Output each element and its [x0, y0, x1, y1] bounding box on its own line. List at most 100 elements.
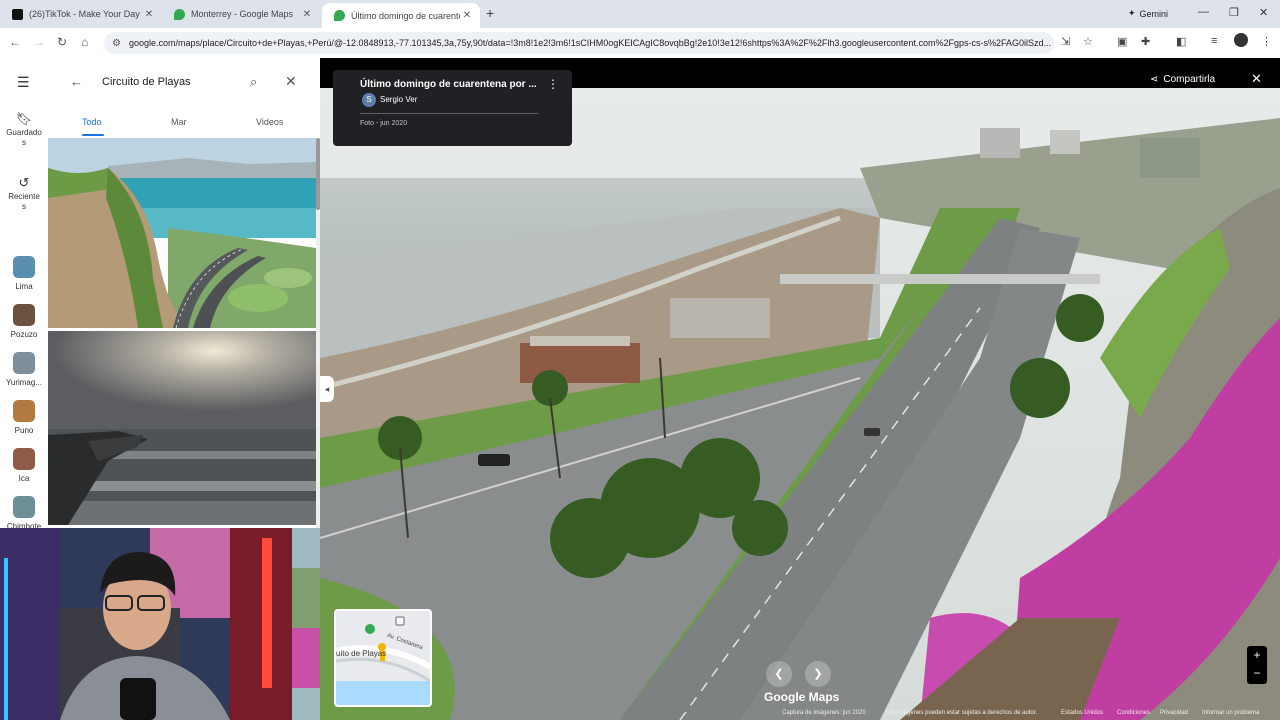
history-icon: ↺ — [18, 175, 30, 190]
country-link[interactable]: Estados Unidos — [1061, 710, 1103, 716]
tab-tiktok[interactable]: (26)TikTok - Make Your Day ✕ — [0, 4, 162, 24]
recent-place-ica[interactable]: Ica — [0, 448, 48, 483]
restore-icon[interactable]: ❐ — [1229, 6, 1239, 19]
bookmark-icon: 🔖︎ — [15, 111, 33, 126]
gemini-label: Gemini — [1139, 8, 1169, 19]
place-thumbnail — [13, 496, 35, 518]
share-button[interactable]: ⋖ Compartirla — [1150, 74, 1215, 85]
tab-active-photo[interactable]: Último domingo de cuarenten ✕ — [322, 3, 480, 28]
capture-date: Captura de imágenes: jun 2020 — [782, 710, 866, 716]
saved-label: Guardado s — [6, 128, 42, 147]
tab-all[interactable]: Todo — [82, 117, 102, 127]
recent-place-yurimaguas[interactable]: Yurimag... — [0, 352, 48, 387]
sidebar-icon[interactable]: ◧ — [1176, 35, 1186, 48]
zoom-in-button[interactable]: + — [1247, 646, 1267, 664]
place-thumbnail — [13, 400, 35, 422]
tab-title: (26)TikTok - Make Your Day — [29, 9, 140, 19]
report-problem-link[interactable]: Informar un problema — [1202, 710, 1259, 716]
privacy-link[interactable]: Privacidad — [1160, 710, 1188, 716]
saved-button[interactable]: 🔖︎ Guardado s — [0, 111, 48, 148]
reload-icon[interactable]: ↻ — [57, 35, 67, 49]
photo-title[interactable]: Último domingo de cuarentena por ... — [360, 79, 537, 90]
sparkle-icon: ✦ — [1128, 8, 1136, 18]
search-query[interactable]: Circuito de Playas — [102, 76, 191, 88]
recent-label: Reciente s — [8, 192, 40, 211]
more-options-icon[interactable]: ⋮ — [547, 77, 559, 91]
place-label: Ica — [18, 474, 30, 483]
terms-link[interactable]: Condiciones — [1117, 710, 1150, 716]
tab-videos[interactable]: Videos — [256, 117, 283, 127]
share-icon: ⋖ — [1150, 74, 1159, 85]
close-tab-icon[interactable]: ✕ — [300, 9, 314, 20]
back-arrow-icon[interactable]: ← — [9, 35, 21, 49]
coastal-road-photo — [320, 88, 1280, 720]
site-info-icon[interactable]: ⚙ — [112, 38, 121, 49]
place-thumbnail — [13, 256, 35, 278]
tab-title: Último domingo de cuarenten — [351, 10, 460, 21]
extension-badge-icon[interactable]: ▣ — [1117, 35, 1127, 48]
author-avatar[interactable]: S — [362, 93, 376, 107]
author-name[interactable]: Sergio Ver — [380, 95, 417, 104]
active-tab-indicator — [82, 134, 104, 136]
tab-title: Monterrey - Google Maps — [191, 9, 294, 19]
url-text: google.com/maps/place/Circuito+de+Playas… — [128, 38, 1051, 48]
recent-button[interactable]: ↺ Reciente s — [0, 175, 48, 212]
place-thumbnail — [13, 304, 35, 326]
photo-info-card: Último domingo de cuarentena por ... ⋮ S… — [333, 70, 572, 146]
more-menu-icon[interactable]: ⋮ — [1261, 35, 1272, 48]
share-label: Compartirla — [1163, 74, 1216, 85]
place-label: Lima — [15, 282, 33, 291]
tab-sea[interactable]: Mar — [171, 117, 187, 127]
gemini-button[interactable]: ✦ Gemini — [1128, 8, 1168, 19]
maps-pin-icon — [334, 10, 345, 21]
photo-thumbnail-cliff-coast[interactable] — [48, 138, 316, 328]
minimap[interactable]: Av. Costanera uito de Playas — [334, 609, 432, 707]
new-tab-button[interactable]: + — [486, 5, 494, 21]
browser-tab-bar: (26)TikTok - Make Your Day ✕ Monterrey -… — [0, 0, 1280, 28]
close-tab-icon[interactable]: ✕ — [142, 9, 156, 20]
place-thumbnail — [13, 448, 35, 470]
collapse-panel-button[interactable]: ◂ — [320, 376, 334, 402]
image-footer: Captura de imágenes: jun 2020 Las imágen… — [776, 708, 1280, 720]
place-label: Yurimag... — [5, 378, 42, 387]
hamburger-menu-icon[interactable]: ☰ — [17, 74, 30, 91]
close-window-icon[interactable]: ✕ — [1259, 6, 1268, 19]
photo-category-tabs: Todo Mar Videos — [48, 110, 320, 136]
place-thumbnail — [13, 352, 35, 374]
bookmark-star-icon[interactable]: ☆ — [1083, 35, 1093, 48]
tab-monterrey[interactable]: Monterrey - Google Maps ✕ — [162, 4, 320, 24]
home-icon[interactable]: ⌂ — [81, 35, 88, 49]
tiktok-icon — [12, 8, 23, 20]
close-tab-icon[interactable]: ✕ — [460, 10, 474, 21]
back-arrow-icon[interactable]: ← — [70, 74, 83, 89]
minimap-place-label: uito de Playas — [336, 649, 387, 658]
minimize-icon[interactable]: — — [1198, 6, 1209, 18]
maps-left-rail: ☰ 🔖︎ Guardado s ↺ Reciente s Lima Pozuzo… — [0, 58, 48, 531]
forward-arrow-icon[interactable]: → — [33, 35, 45, 49]
extensions-puzzle-icon[interactable]: ✚ — [1141, 35, 1150, 48]
zoom-control: + − — [1247, 646, 1267, 684]
place-label: Pozuzo — [10, 330, 38, 339]
google-maps-logo: Google Maps — [764, 690, 840, 704]
photo-thumbnail-sunset-sea[interactable] — [48, 331, 316, 525]
address-bar[interactable]: ⚙ google.com/maps/place/Circuito+de+Play… — [104, 32, 1054, 54]
recent-place-chimbote[interactable]: Chimbote — [0, 496, 48, 531]
previous-photo-button[interactable]: ❮ — [766, 661, 792, 687]
recent-place-pozuzo[interactable]: Pozuzo — [0, 304, 48, 339]
close-icon[interactable]: ✕ — [285, 73, 297, 90]
divider — [360, 113, 538, 114]
close-viewer-icon[interactable]: ✕ — [1251, 71, 1262, 87]
profile-avatar[interactable] — [1234, 33, 1248, 47]
next-photo-button[interactable]: ❯ — [805, 661, 831, 687]
search-icon[interactable]: ⌕ — [250, 74, 257, 90]
rights-notice: Las imágenes pueden estar sujetas a dere… — [886, 710, 1038, 716]
recent-place-puno[interactable]: Puno — [0, 400, 48, 435]
zoom-out-button[interactable]: − — [1247, 664, 1267, 682]
photo-side-panel: ← Circuito de Playas ⌕ ✕ Todo Mar Videos — [48, 58, 320, 528]
recent-place-lima[interactable]: Lima — [0, 256, 48, 291]
photo-strip-partial — [292, 528, 320, 720]
install-icon[interactable]: ⇲ — [1061, 35, 1070, 48]
photo-date: Foto - jun 2020 — [360, 120, 408, 127]
media-control-icon[interactable]: ≡ — [1211, 35, 1217, 47]
photo-viewer[interactable]: Último domingo de cuarentena por ... ⋮ S… — [320, 58, 1280, 720]
